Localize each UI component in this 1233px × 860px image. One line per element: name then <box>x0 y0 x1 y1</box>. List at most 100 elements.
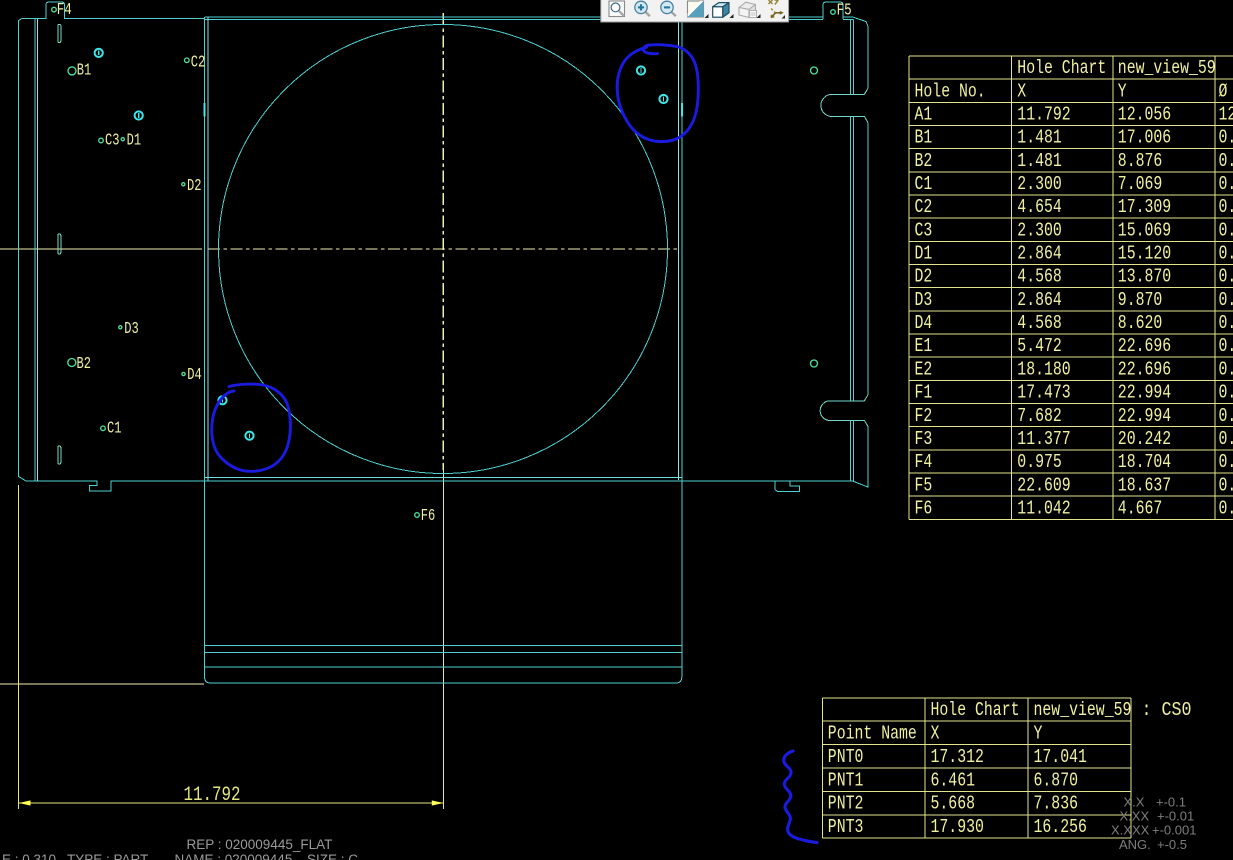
svg-text:X.XXX: X.XXX <box>1111 823 1150 838</box>
svg-text:4.568: 4.568 <box>1017 312 1062 334</box>
svg-text:0.: 0. <box>1219 358 1233 380</box>
svg-text:Ø: Ø <box>1219 80 1228 102</box>
svg-text:Hole No.: Hole No. <box>915 80 986 102</box>
svg-text:F4: F4 <box>57 1 72 20</box>
svg-text:5.472: 5.472 <box>1017 335 1062 357</box>
svg-text:17.930: 17.930 <box>931 816 984 838</box>
svg-text:B1: B1 <box>915 127 933 149</box>
svg-text:15.120: 15.120 <box>1118 243 1171 265</box>
svg-text:D1: D1 <box>127 131 142 150</box>
svg-text:Y: Y <box>1034 723 1043 745</box>
svg-text:2.300: 2.300 <box>1017 219 1062 241</box>
svg-text:0.: 0. <box>1219 219 1233 241</box>
svg-text:4.667: 4.667 <box>1118 497 1163 519</box>
svg-text:A1: A1 <box>915 104 933 126</box>
svg-text:B2: B2 <box>77 355 92 374</box>
svg-text:17.006: 17.006 <box>1118 127 1171 149</box>
svg-text:Hole Chart: Hole Chart <box>931 699 1020 721</box>
svg-text:PNT0: PNT0 <box>828 746 864 768</box>
svg-text:17.041: 17.041 <box>1034 746 1087 768</box>
svg-text:11.792: 11.792 <box>184 784 241 807</box>
svg-text:12.: 12. <box>1219 104 1233 126</box>
svg-text:0.: 0. <box>1219 243 1233 265</box>
svg-text:F6: F6 <box>915 497 933 519</box>
svg-text:7.836: 7.836 <box>1034 793 1079 815</box>
svg-text:4.568: 4.568 <box>1017 266 1062 288</box>
svg-text:17.309: 17.309 <box>1118 196 1171 218</box>
svg-text:C3: C3 <box>105 131 120 150</box>
svg-text:17.473: 17.473 <box>1017 382 1070 404</box>
svg-text:18.180: 18.180 <box>1017 358 1070 380</box>
svg-text:13.870: 13.870 <box>1118 266 1171 288</box>
svg-text:0.: 0. <box>1219 474 1233 496</box>
svg-text:4.654: 4.654 <box>1017 196 1062 218</box>
svg-text:1.481: 1.481 <box>1017 150 1062 172</box>
svg-text:7.069: 7.069 <box>1118 173 1163 195</box>
svg-text:22.994: 22.994 <box>1118 405 1171 427</box>
svg-text:REP : 020009445_FLAT: REP : 020009445_FLAT <box>187 837 333 852</box>
svg-text:E2: E2 <box>915 358 933 380</box>
svg-text:18.637: 18.637 <box>1118 474 1171 496</box>
svg-text:0.: 0. <box>1219 428 1233 450</box>
svg-text:8.620: 8.620 <box>1118 312 1163 334</box>
svg-text:15.069: 15.069 <box>1118 219 1171 241</box>
svg-text:2.864: 2.864 <box>1017 289 1062 311</box>
svg-text:0.: 0. <box>1219 150 1233 172</box>
svg-text:7.682: 7.682 <box>1017 405 1062 427</box>
svg-text:new_view_59: new_view_59 <box>1118 57 1216 79</box>
svg-text:Point Name: Point Name <box>828 723 917 745</box>
svg-text:X: X <box>931 723 940 745</box>
svg-text:16.256: 16.256 <box>1034 816 1087 838</box>
svg-text:ANG.: ANG. <box>1119 837 1151 852</box>
svg-text:11.792: 11.792 <box>1017 104 1070 126</box>
svg-text:11.377: 11.377 <box>1017 428 1070 450</box>
svg-text:C2: C2 <box>191 54 206 73</box>
svg-text:D1: D1 <box>915 243 933 265</box>
svg-text:D2: D2 <box>187 177 202 196</box>
svg-text:20.242: 20.242 <box>1118 428 1171 450</box>
svg-text:22.696: 22.696 <box>1118 358 1171 380</box>
svg-text:C2: C2 <box>915 196 933 218</box>
svg-text:6.461: 6.461 <box>931 769 976 791</box>
svg-text:C1: C1 <box>107 420 122 439</box>
svg-text:22.609: 22.609 <box>1017 474 1070 496</box>
svg-text:0.: 0. <box>1219 335 1233 357</box>
svg-text:0.: 0. <box>1219 127 1233 149</box>
svg-text:1.481: 1.481 <box>1017 127 1062 149</box>
svg-text:0.: 0. <box>1219 173 1233 195</box>
svg-text:0.975: 0.975 <box>1017 451 1062 473</box>
svg-text:12.056: 12.056 <box>1118 104 1171 126</box>
svg-text:F5: F5 <box>837 2 852 21</box>
svg-text:11.042: 11.042 <box>1017 497 1070 519</box>
svg-text:D3: D3 <box>124 320 139 339</box>
svg-text:E : 0.310: E : 0.310 <box>2 852 56 860</box>
svg-text:F4: F4 <box>915 451 933 473</box>
svg-text:+-0.001: +-0.001 <box>1152 823 1196 838</box>
svg-text:X: X <box>1017 80 1026 102</box>
svg-text:F2: F2 <box>915 405 933 427</box>
svg-text:F5: F5 <box>915 474 933 496</box>
svg-text:0.: 0. <box>1219 451 1233 473</box>
svg-text:0.: 0. <box>1219 497 1233 519</box>
svg-text:8.876: 8.876 <box>1118 150 1163 172</box>
svg-text:+-0.1: +-0.1 <box>1156 795 1186 810</box>
svg-text:0.: 0. <box>1219 405 1233 427</box>
svg-text:D4: D4 <box>915 312 933 334</box>
svg-text:+-0.01: +-0.01 <box>1157 809 1194 824</box>
svg-text:PNT3: PNT3 <box>828 816 864 838</box>
svg-text:0.: 0. <box>1219 266 1233 288</box>
svg-text:: CS0: : CS0 <box>1142 699 1192 721</box>
svg-text:F1: F1 <box>915 382 933 404</box>
svg-text:6.870: 6.870 <box>1034 769 1079 791</box>
svg-text:0.: 0. <box>1219 382 1233 404</box>
svg-text:9.870: 9.870 <box>1118 289 1163 311</box>
svg-text:5.668: 5.668 <box>931 793 976 815</box>
svg-text:22.696: 22.696 <box>1118 335 1171 357</box>
svg-text:B2: B2 <box>915 150 933 172</box>
svg-text:0.: 0. <box>1219 312 1233 334</box>
svg-text:Hole Chart: Hole Chart <box>1017 57 1106 79</box>
svg-text:D4: D4 <box>187 366 202 385</box>
svg-text:C3: C3 <box>915 219 933 241</box>
svg-text:2.300: 2.300 <box>1017 173 1062 195</box>
svg-text:PNT1: PNT1 <box>828 769 864 791</box>
